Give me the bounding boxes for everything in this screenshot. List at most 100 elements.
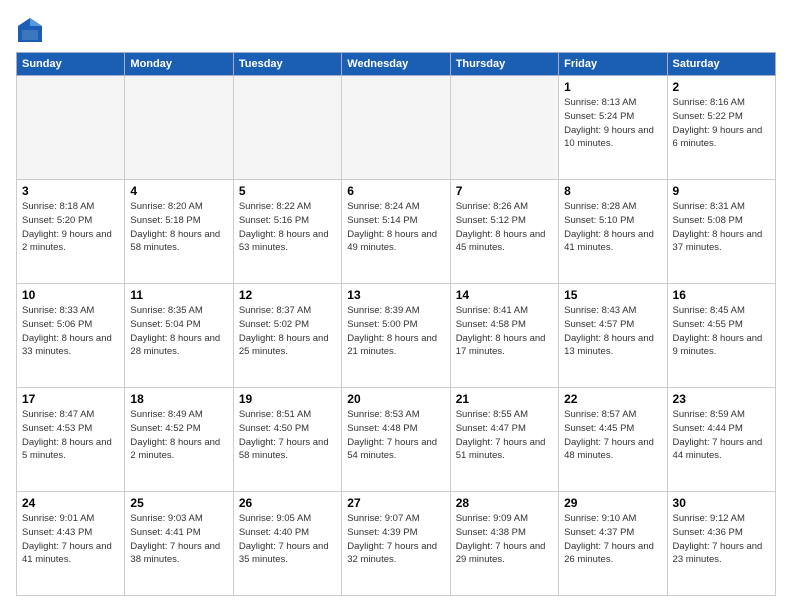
day-number: 29 bbox=[564, 496, 661, 510]
day-cell: 18Sunrise: 8:49 AM Sunset: 4:52 PM Dayli… bbox=[125, 388, 233, 492]
day-cell: 15 Sunrise: 8:43 AM Sunset: 4:57 PM Dayli… bbox=[559, 284, 667, 388]
calendar-body: 1 Sunrise: 8:13 AM Sunset: 5:24 PM Daylig… bbox=[17, 76, 776, 596]
day-cell: 13 Sunrise: 8:39 AM Sunset: 5:00 PM Dayli… bbox=[342, 284, 450, 388]
day-info: Sunrise: 8:28 AM Sunset: 5:10 PM Dayligh… bbox=[564, 200, 661, 255]
day-cell: 17 Sunrise: 8:47 AM Sunset: 4:53 PM Dayli… bbox=[17, 388, 125, 492]
day-cell: 22 Sunrise: 8:57 AM Sunset: 4:45 PM Dayli… bbox=[559, 388, 667, 492]
day-number: 9 bbox=[673, 184, 770, 198]
header bbox=[16, 16, 776, 44]
day-cell: 23 Sunrise: 8:59 AM Sunset: 4:44 PM Dayli… bbox=[667, 388, 775, 492]
day-number: 17 bbox=[22, 392, 119, 406]
day-info: Sunrise: 9:10 AM Sunset: 4:37 PM Dayligh… bbox=[564, 512, 661, 567]
week-row-2: 3 Sunrise: 8:18 AM Sunset: 5:20 PM Daylig… bbox=[17, 180, 776, 284]
day-info: Sunrise: 8:55 AM Sunset: 4:47 PM Dayligh… bbox=[456, 408, 553, 463]
day-cell bbox=[233, 76, 341, 180]
day-number: 24 bbox=[22, 496, 119, 510]
day-number: 16 bbox=[673, 288, 770, 302]
day-number: 8 bbox=[564, 184, 661, 198]
day-number: 13 bbox=[347, 288, 444, 302]
day-info: Sunrise: 8:43 AM Sunset: 4:57 PM Dayligh… bbox=[564, 304, 661, 359]
week-row-3: 10 Sunrise: 8:33 AM Sunset: 5:06 PM Dayli… bbox=[17, 284, 776, 388]
day-number: 5 bbox=[239, 184, 336, 198]
day-header-wednesday: Wednesday bbox=[342, 53, 450, 76]
day-cell: 25Sunrise: 9:03 AM Sunset: 4:41 PM Dayli… bbox=[125, 492, 233, 596]
day-cell bbox=[450, 76, 558, 180]
day-number: 3 bbox=[22, 184, 119, 198]
day-number: 22 bbox=[564, 392, 661, 406]
day-number: 23 bbox=[673, 392, 770, 406]
day-header-friday: Friday bbox=[559, 53, 667, 76]
day-info: Sunrise: 9:07 AM Sunset: 4:39 PM Dayligh… bbox=[347, 512, 444, 567]
day-info: Sunrise: 8:47 AM Sunset: 4:53 PM Dayligh… bbox=[22, 408, 119, 463]
day-header-thursday: Thursday bbox=[450, 53, 558, 76]
day-info: Sunrise: 8:31 AM Sunset: 5:08 PM Dayligh… bbox=[673, 200, 770, 255]
day-number: 20 bbox=[347, 392, 444, 406]
day-cell: 2 Sunrise: 8:16 AM Sunset: 5:22 PM Daylig… bbox=[667, 76, 775, 180]
day-cell: 1 Sunrise: 8:13 AM Sunset: 5:24 PM Daylig… bbox=[559, 76, 667, 180]
day-cell: 24 Sunrise: 9:01 AM Sunset: 4:43 PM Dayli… bbox=[17, 492, 125, 596]
day-info: Sunrise: 9:03 AM Sunset: 4:41 PM Dayligh… bbox=[130, 512, 227, 567]
day-number: 14 bbox=[456, 288, 553, 302]
day-cell: 6 Sunrise: 8:24 AM Sunset: 5:14 PM Daylig… bbox=[342, 180, 450, 284]
day-cell: 26Sunrise: 9:05 AM Sunset: 4:40 PM Dayli… bbox=[233, 492, 341, 596]
day-number: 1 bbox=[564, 80, 661, 94]
day-info: Sunrise: 9:01 AM Sunset: 4:43 PM Dayligh… bbox=[22, 512, 119, 567]
day-info: Sunrise: 8:37 AM Sunset: 5:02 PM Dayligh… bbox=[239, 304, 336, 359]
day-cell: 20Sunrise: 8:53 AM Sunset: 4:48 PM Dayli… bbox=[342, 388, 450, 492]
calendar-table: SundayMondayTuesdayWednesdayThursdayFrid… bbox=[16, 52, 776, 596]
day-info: Sunrise: 8:41 AM Sunset: 4:58 PM Dayligh… bbox=[456, 304, 553, 359]
page: SundayMondayTuesdayWednesdayThursdayFrid… bbox=[0, 0, 792, 612]
day-cell bbox=[17, 76, 125, 180]
day-cell: 27Sunrise: 9:07 AM Sunset: 4:39 PM Dayli… bbox=[342, 492, 450, 596]
day-cell: 29 Sunrise: 9:10 AM Sunset: 4:37 PM Dayli… bbox=[559, 492, 667, 596]
day-info: Sunrise: 8:26 AM Sunset: 5:12 PM Dayligh… bbox=[456, 200, 553, 255]
day-header-monday: Monday bbox=[125, 53, 233, 76]
day-info: Sunrise: 8:13 AM Sunset: 5:24 PM Dayligh… bbox=[564, 96, 661, 151]
day-info: Sunrise: 9:12 AM Sunset: 4:36 PM Dayligh… bbox=[673, 512, 770, 567]
day-info: Sunrise: 9:05 AM Sunset: 4:40 PM Dayligh… bbox=[239, 512, 336, 567]
day-info: Sunrise: 8:57 AM Sunset: 4:45 PM Dayligh… bbox=[564, 408, 661, 463]
day-cell: 9 Sunrise: 8:31 AM Sunset: 5:08 PM Daylig… bbox=[667, 180, 775, 284]
day-cell: 30 Sunrise: 9:12 AM Sunset: 4:36 PM Dayli… bbox=[667, 492, 775, 596]
day-info: Sunrise: 8:18 AM Sunset: 5:20 PM Dayligh… bbox=[22, 200, 119, 255]
day-number: 6 bbox=[347, 184, 444, 198]
day-cell: 5 Sunrise: 8:22 AM Sunset: 5:16 PM Daylig… bbox=[233, 180, 341, 284]
day-cell: 19Sunrise: 8:51 AM Sunset: 4:50 PM Dayli… bbox=[233, 388, 341, 492]
day-cell: 12 Sunrise: 8:37 AM Sunset: 5:02 PM Dayli… bbox=[233, 284, 341, 388]
day-info: Sunrise: 8:22 AM Sunset: 5:16 PM Dayligh… bbox=[239, 200, 336, 255]
day-header-sunday: Sunday bbox=[17, 53, 125, 76]
day-info: Sunrise: 8:39 AM Sunset: 5:00 PM Dayligh… bbox=[347, 304, 444, 359]
day-cell: 21Sunrise: 8:55 AM Sunset: 4:47 PM Dayli… bbox=[450, 388, 558, 492]
calendar-header: SundayMondayTuesdayWednesdayThursdayFrid… bbox=[17, 53, 776, 76]
day-header-tuesday: Tuesday bbox=[233, 53, 341, 76]
day-number: 15 bbox=[564, 288, 661, 302]
day-number: 30 bbox=[673, 496, 770, 510]
day-number: 2 bbox=[673, 80, 770, 94]
generalblue-logo-icon bbox=[16, 16, 44, 44]
week-row-5: 24 Sunrise: 9:01 AM Sunset: 4:43 PM Dayli… bbox=[17, 492, 776, 596]
day-number: 11 bbox=[130, 288, 227, 302]
day-info: Sunrise: 8:16 AM Sunset: 5:22 PM Dayligh… bbox=[673, 96, 770, 151]
day-info: Sunrise: 8:35 AM Sunset: 5:04 PM Dayligh… bbox=[130, 304, 227, 359]
day-number: 28 bbox=[456, 496, 553, 510]
logo bbox=[16, 16, 48, 44]
day-cell: 11 Sunrise: 8:35 AM Sunset: 5:04 PM Dayli… bbox=[125, 284, 233, 388]
day-cell bbox=[125, 76, 233, 180]
day-cell bbox=[342, 76, 450, 180]
day-cell: 16Sunrise: 8:45 AM Sunset: 4:55 PM Dayli… bbox=[667, 284, 775, 388]
day-info: Sunrise: 8:49 AM Sunset: 4:52 PM Dayligh… bbox=[130, 408, 227, 463]
day-number: 10 bbox=[22, 288, 119, 302]
day-info: Sunrise: 8:24 AM Sunset: 5:14 PM Dayligh… bbox=[347, 200, 444, 255]
day-number: 4 bbox=[130, 184, 227, 198]
day-number: 12 bbox=[239, 288, 336, 302]
day-cell: 10 Sunrise: 8:33 AM Sunset: 5:06 PM Dayli… bbox=[17, 284, 125, 388]
day-cell: 7Sunrise: 8:26 AM Sunset: 5:12 PM Daylig… bbox=[450, 180, 558, 284]
day-header-saturday: Saturday bbox=[667, 53, 775, 76]
week-row-1: 1 Sunrise: 8:13 AM Sunset: 5:24 PM Daylig… bbox=[17, 76, 776, 180]
day-info: Sunrise: 9:09 AM Sunset: 4:38 PM Dayligh… bbox=[456, 512, 553, 567]
day-cell: 4 Sunrise: 8:20 AM Sunset: 5:18 PM Daylig… bbox=[125, 180, 233, 284]
day-info: Sunrise: 8:59 AM Sunset: 4:44 PM Dayligh… bbox=[673, 408, 770, 463]
day-info: Sunrise: 8:20 AM Sunset: 5:18 PM Dayligh… bbox=[130, 200, 227, 255]
day-info: Sunrise: 8:51 AM Sunset: 4:50 PM Dayligh… bbox=[239, 408, 336, 463]
day-info: Sunrise: 8:33 AM Sunset: 5:06 PM Dayligh… bbox=[22, 304, 119, 359]
